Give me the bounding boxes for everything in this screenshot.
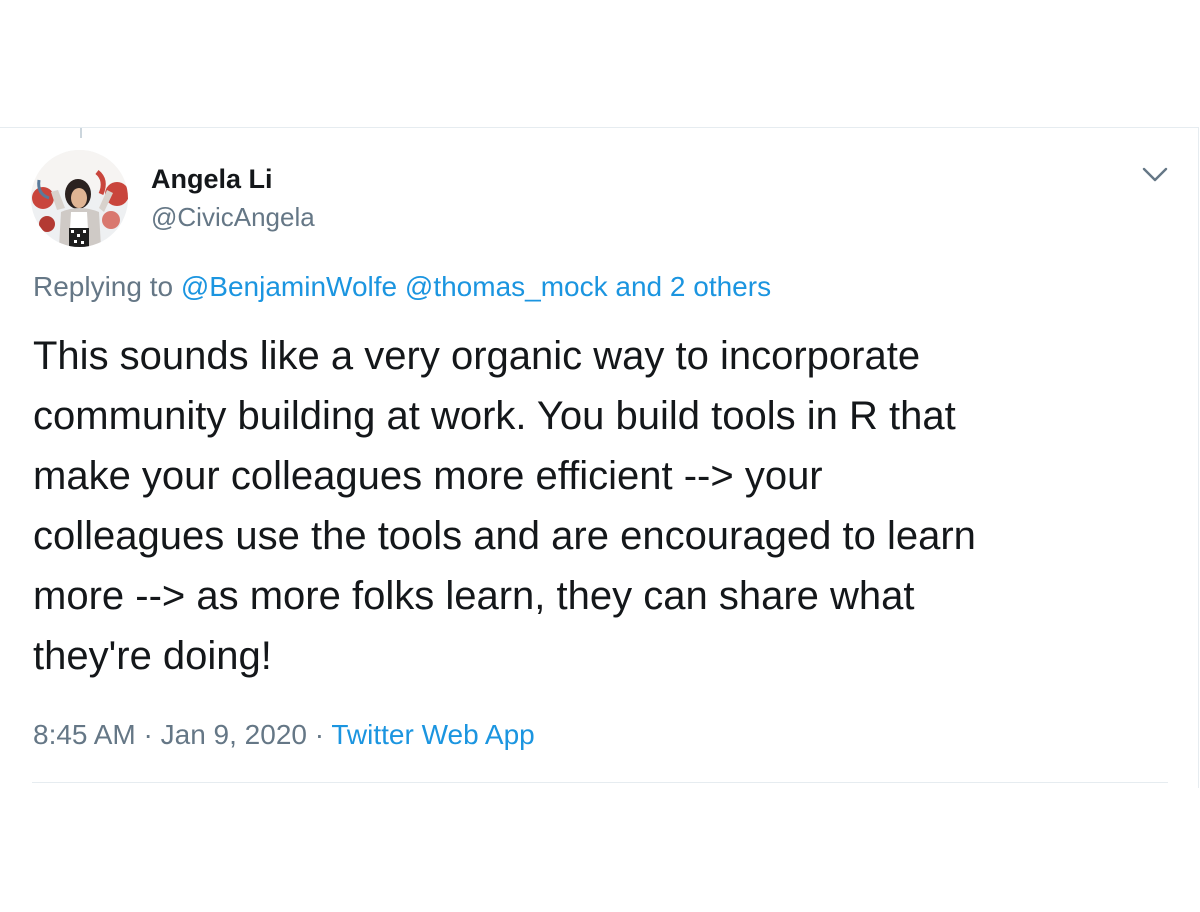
replying-to-label: Replying to — [33, 271, 174, 302]
chevron-down-icon — [1142, 167, 1168, 182]
replying-to-line: Replying to @BenjaminWolfe @thomas_mock … — [33, 270, 771, 304]
author-name[interactable]: Angela Li — [151, 163, 273, 195]
tweet-card: Angela Li @CivicAngela Replying to @Benj… — [0, 127, 1199, 788]
author-handle[interactable]: @CivicAngela — [151, 201, 315, 233]
meta-separator: · — [143, 719, 153, 750]
reply-others-count: 2 others — [669, 271, 772, 302]
reply-and-text: and — [615, 271, 663, 302]
tweet-text: This sounds like a very organic way to i… — [33, 334, 976, 678]
avatar[interactable] — [31, 150, 128, 247]
avatar-image — [31, 150, 128, 247]
thread-line — [80, 128, 82, 138]
tweet-menu-button[interactable] — [1138, 160, 1172, 188]
meta-separator: · — [314, 719, 325, 750]
reply-mention-link[interactable]: @thomas_mock — [405, 271, 608, 302]
tweet-source-link[interactable]: Twitter Web App — [331, 719, 534, 750]
divider — [32, 782, 1168, 783]
tweet-date: Jan 9, 2020 — [160, 719, 307, 750]
tweet-time-link[interactable]: 8:45 AM · Jan 9, 2020 — [33, 719, 307, 750]
reply-others-link[interactable]: and 2 others — [615, 271, 771, 302]
reply-mention-link[interactable]: @BenjaminWolfe — [181, 271, 397, 302]
tweet-time: 8:45 AM — [33, 719, 136, 750]
tweet-metadata: 8:45 AM · Jan 9, 2020 · Twitter Web App — [33, 718, 535, 752]
